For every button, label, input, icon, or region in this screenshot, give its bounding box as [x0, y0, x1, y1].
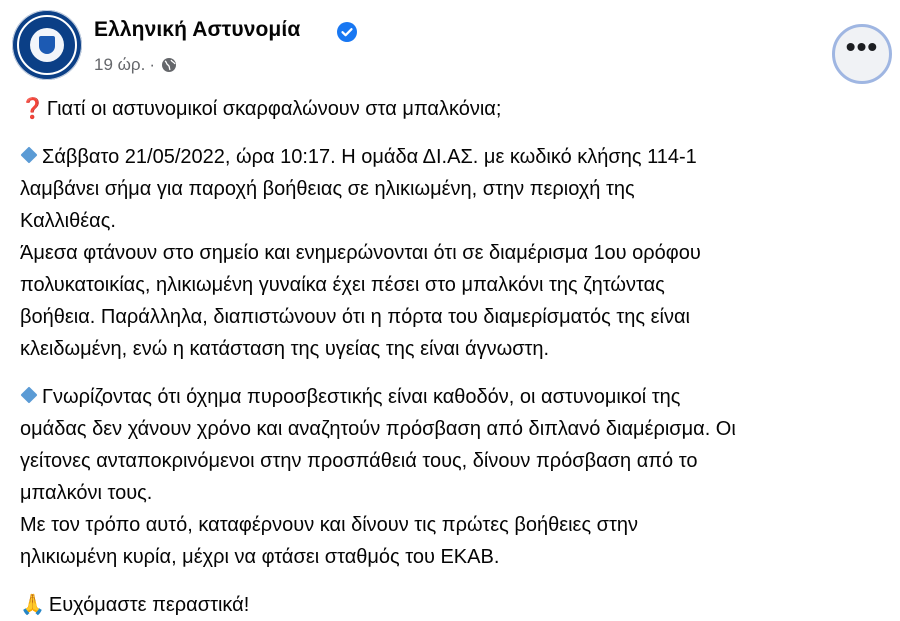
post-header: Ελληνική Αστυνομία 19 ώρ. · •••: [12, 10, 892, 84]
text-line: Σάββατο 21/05/2022, ώρα 10:17. Η ομάδα Δ…: [42, 146, 697, 168]
meta-separator: ·: [149, 55, 155, 74]
globe-icon[interactable]: [161, 57, 177, 73]
para1-line: πολυκατοικίας, ηλικιωμένη γυναίκα έχει π…: [20, 274, 665, 296]
para1-line: βοήθεια. Παράλληλα, διαπιστώνουν ότι η π…: [20, 306, 690, 328]
page-name-link[interactable]: Ελληνική Αστυνομία: [94, 18, 300, 42]
closing-line: 🙏 Ευχόμαστε περαστικά!: [20, 589, 890, 621]
text-line: Γνωρίζοντας ότι όχημα πυροσβεστικής είνα…: [42, 386, 681, 408]
para1-line: κλειδωμένη, ενώ η κατάσταση της υγείας τ…: [20, 338, 550, 360]
para1-line: Καλλιθέας.: [20, 210, 116, 232]
page-avatar[interactable]: [12, 10, 82, 80]
verified-badge-icon: [337, 22, 357, 42]
folded-hands-icon: 🙏: [20, 594, 45, 616]
more-options-button[interactable]: •••: [832, 24, 892, 84]
para1-line: Άμεσα φτάνουν στο σημείο και ενημερώνοντ…: [20, 242, 701, 264]
post-title-line: ❓ Γιατί οι αστυνομικοί σκαρφαλώνουν στα μ…: [20, 93, 890, 125]
red-question-mark-icon: ❓: [20, 98, 45, 120]
para2-line: ηλικιωμένη κυρία, μέχρι να φτάσει σταθμό…: [20, 546, 500, 568]
para2-line: γείτονες ανταποκρινόμενοι στην προσπάθει…: [20, 450, 698, 472]
post-meta: 19 ώρ. ·: [94, 55, 177, 75]
closing-text: Ευχόμαστε περαστικά!: [48, 594, 250, 616]
para1-line: λαμβάνει σήμα για παροχή βοήθειας σε ηλι…: [20, 178, 635, 200]
para2-line: μπαλκόνι τους.: [20, 482, 153, 504]
facebook-post: Ελληνική Αστυνομία 19 ώρ. · ••• ❓ Γιατί ο…: [0, 0, 900, 616]
post-body: ❓ Γιατί οι αστυνομικοί σκαρφαλώνουν στα μ…: [20, 93, 890, 621]
police-badge-icon: [30, 28, 64, 62]
post-title: Γιατί οι αστυνομικοί σκαρφαλώνουν στα μπ…: [46, 98, 502, 120]
para2-line: Με τον τρόπο αυτό, καταφέρνουν και δίνου…: [20, 514, 639, 536]
para2-line: ομάδας δεν χάνουν χρόνο και αναζητούν πρ…: [20, 418, 736, 440]
para1-line: Σάββατο 21/05/2022, ώρα 10:17. Η ομάδα Δ…: [20, 141, 890, 173]
post-timestamp[interactable]: 19 ώρ.: [94, 55, 145, 75]
blue-diamond-icon: [20, 386, 38, 404]
more-options-icon: •••: [845, 31, 879, 62]
blue-diamond-icon: [20, 146, 38, 164]
para2-line: Γνωρίζοντας ότι όχημα πυροσβεστικής είνα…: [20, 381, 890, 413]
